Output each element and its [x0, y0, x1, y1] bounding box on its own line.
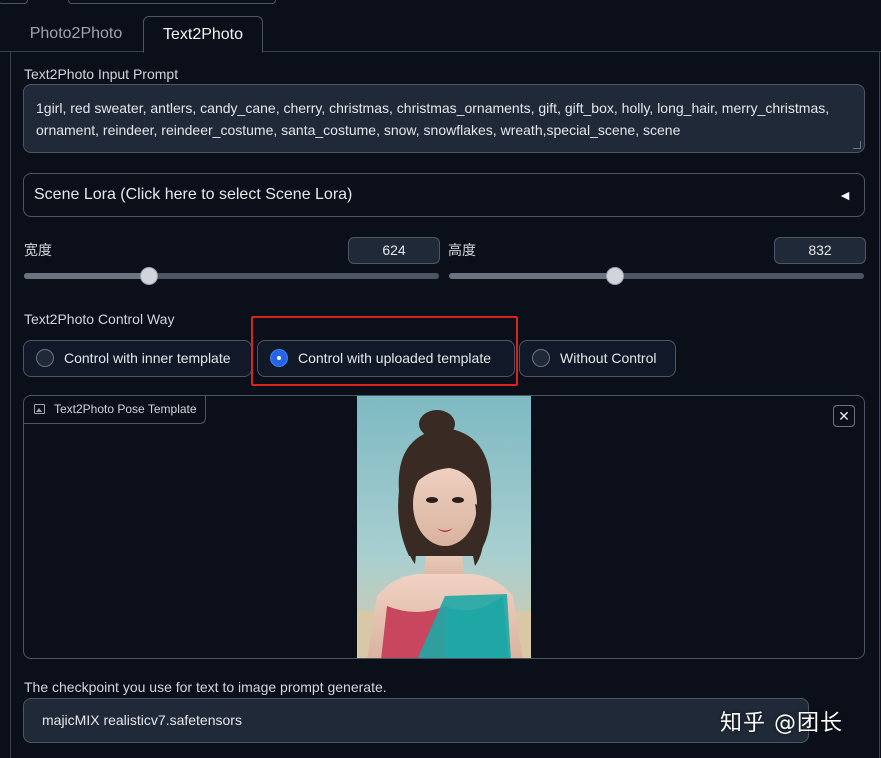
scene-lora-accordion[interactable]: Scene Lora (Click here to select Scene L…	[23, 173, 865, 217]
height-slider-fill	[449, 273, 615, 279]
scene-lora-label: Scene Lora (Click here to select Scene L…	[34, 186, 353, 203]
width-slider-fill	[24, 273, 149, 279]
pose-template-photo	[357, 396, 531, 658]
height-label: 高度	[448, 242, 476, 258]
height-slider-thumb[interactable]	[606, 267, 624, 285]
checkpoint-value: majicMIX realisticv7.safetensors	[42, 712, 242, 728]
top-strip-segment	[0, 0, 28, 4]
radio-without-control[interactable]: Without Control	[519, 340, 676, 377]
width-slider-thumb[interactable]	[140, 267, 158, 285]
red-highlight-box	[251, 316, 518, 386]
tab-text2photo[interactable]: Text2Photo	[143, 16, 263, 53]
height-slider[interactable]	[449, 267, 864, 285]
collapse-arrow-icon: ◄	[838, 187, 852, 203]
app-root: Photo2Photo Text2Photo Text2Photo Input …	[0, 0, 881, 758]
radio-icon	[36, 349, 54, 367]
resize-handle-icon[interactable]	[853, 141, 861, 149]
pose-template-label: Text2Photo Pose Template	[24, 396, 206, 424]
prompt-textarea[interactable]: 1girl, red sweater, antlers, candy_cane,…	[23, 84, 865, 153]
portrait-photo	[357, 396, 531, 658]
tab-photo2photo[interactable]: Photo2Photo	[13, 16, 139, 52]
top-strip	[0, 0, 881, 6]
height-number-input[interactable]: 832	[774, 237, 866, 264]
top-strip-segment	[68, 0, 276, 4]
width-slider[interactable]	[24, 267, 439, 285]
radio-icon	[532, 349, 550, 367]
radio-label: Without Control	[560, 350, 657, 366]
checkpoint-label: The checkpoint you use for text to image…	[24, 679, 387, 695]
close-button[interactable]: ✕	[833, 405, 855, 427]
prompt-label: Text2Photo Input Prompt	[24, 66, 179, 82]
watermark: 知乎 @团长	[720, 711, 843, 736]
close-icon: ✕	[838, 408, 850, 424]
width-label: 宽度	[24, 242, 52, 258]
pose-template-image-panel[interactable]: Text2Photo Pose Template ✕	[23, 395, 865, 659]
width-number-input[interactable]: 624	[348, 237, 440, 264]
checkpoint-dropdown[interactable]: majicMIX realisticv7.safetensors	[23, 698, 809, 743]
radio-label: Control with inner template	[64, 350, 231, 366]
radio-inner-template[interactable]: Control with inner template	[23, 340, 252, 377]
prompt-text: 1girl, red sweater, antlers, candy_cane,…	[36, 100, 830, 138]
image-icon	[34, 404, 45, 414]
tab-bar: Photo2Photo Text2Photo	[0, 16, 881, 53]
pose-template-label-text: Text2Photo Pose Template	[54, 402, 197, 416]
control-way-label: Text2Photo Control Way	[24, 311, 175, 327]
